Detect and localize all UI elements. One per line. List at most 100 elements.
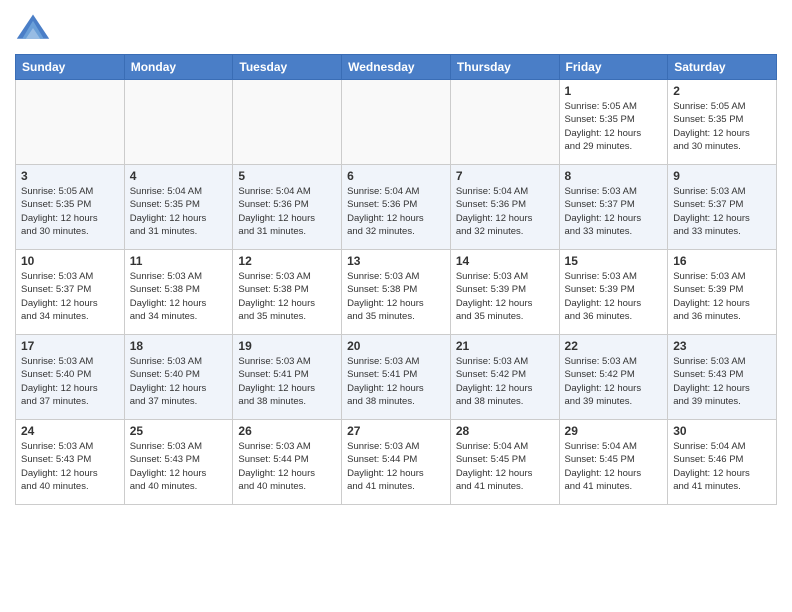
day-number: 13 [347,254,445,268]
calendar-cell: 26 Sunrise: 5:03 AM Sunset: 5:44 PM Dayli… [233,420,342,505]
day-info: Sunrise: 5:03 AM Sunset: 5:43 PM Dayligh… [673,355,771,408]
calendar-cell: 10 Sunrise: 5:03 AM Sunset: 5:37 PM Dayli… [16,250,125,335]
header [15,10,777,46]
day-number: 7 [456,169,554,183]
calendar-week-row: 24 Sunrise: 5:03 AM Sunset: 5:43 PM Dayli… [16,420,777,505]
calendar-cell: 28 Sunrise: 5:04 AM Sunset: 5:45 PM Dayli… [450,420,559,505]
calendar-cell: 4 Sunrise: 5:04 AM Sunset: 5:35 PM Daylig… [124,165,233,250]
day-info: Sunrise: 5:04 AM Sunset: 5:36 PM Dayligh… [238,185,336,238]
day-number: 30 [673,424,771,438]
day-info: Sunrise: 5:03 AM Sunset: 5:37 PM Dayligh… [565,185,663,238]
day-number: 22 [565,339,663,353]
weekday-header-monday: Monday [124,55,233,80]
day-number: 10 [21,254,119,268]
day-info: Sunrise: 5:03 AM Sunset: 5:39 PM Dayligh… [456,270,554,323]
day-number: 24 [21,424,119,438]
calendar-cell: 19 Sunrise: 5:03 AM Sunset: 5:41 PM Dayli… [233,335,342,420]
day-number: 17 [21,339,119,353]
calendar-cell: 25 Sunrise: 5:03 AM Sunset: 5:43 PM Dayli… [124,420,233,505]
day-info: Sunrise: 5:04 AM Sunset: 5:35 PM Dayligh… [130,185,228,238]
day-info: Sunrise: 5:03 AM Sunset: 5:39 PM Dayligh… [673,270,771,323]
calendar-week-row: 1 Sunrise: 5:05 AM Sunset: 5:35 PM Daylig… [16,80,777,165]
day-number: 28 [456,424,554,438]
day-info: Sunrise: 5:03 AM Sunset: 5:37 PM Dayligh… [673,185,771,238]
day-number: 6 [347,169,445,183]
calendar-cell: 20 Sunrise: 5:03 AM Sunset: 5:41 PM Dayli… [342,335,451,420]
logo [15,10,55,46]
day-info: Sunrise: 5:03 AM Sunset: 5:41 PM Dayligh… [238,355,336,408]
day-info: Sunrise: 5:03 AM Sunset: 5:42 PM Dayligh… [565,355,663,408]
weekday-header-wednesday: Wednesday [342,55,451,80]
day-info: Sunrise: 5:03 AM Sunset: 5:43 PM Dayligh… [130,440,228,493]
calendar-cell: 5 Sunrise: 5:04 AM Sunset: 5:36 PM Daylig… [233,165,342,250]
day-number: 18 [130,339,228,353]
calendar-cell: 16Sunrise: 5:03 AM Sunset: 5:39 PM Dayli… [668,250,777,335]
day-info: Sunrise: 5:03 AM Sunset: 5:39 PM Dayligh… [565,270,663,323]
day-info: Sunrise: 5:03 AM Sunset: 5:44 PM Dayligh… [238,440,336,493]
calendar-cell: 17 Sunrise: 5:03 AM Sunset: 5:40 PM Dayli… [16,335,125,420]
day-number: 1 [565,84,663,98]
calendar-cell: 24 Sunrise: 5:03 AM Sunset: 5:43 PM Dayli… [16,420,125,505]
day-info: Sunrise: 5:03 AM Sunset: 5:41 PM Dayligh… [347,355,445,408]
calendar-cell [233,80,342,165]
day-info: Sunrise: 5:05 AM Sunset: 5:35 PM Dayligh… [565,100,663,153]
day-info: Sunrise: 5:03 AM Sunset: 5:40 PM Dayligh… [130,355,228,408]
weekday-header-sunday: Sunday [16,55,125,80]
weekday-header-thursday: Thursday [450,55,559,80]
calendar-cell [342,80,451,165]
day-info: Sunrise: 5:03 AM Sunset: 5:40 PM Dayligh… [21,355,119,408]
day-number: 27 [347,424,445,438]
day-info: Sunrise: 5:04 AM Sunset: 5:36 PM Dayligh… [347,185,445,238]
day-number: 9 [673,169,771,183]
weekday-header-tuesday: Tuesday [233,55,342,80]
day-number: 14 [456,254,554,268]
calendar-cell: 30 Sunrise: 5:04 AM Sunset: 5:46 PM Dayli… [668,420,777,505]
calendar: SundayMondayTuesdayWednesdayThursdayFrid… [15,54,777,505]
day-number: 3 [21,169,119,183]
day-info: Sunrise: 5:03 AM Sunset: 5:42 PM Dayligh… [456,355,554,408]
day-number: 21 [456,339,554,353]
calendar-cell: 12Sunrise: 5:03 AM Sunset: 5:38 PM Dayli… [233,250,342,335]
calendar-cell: 22 Sunrise: 5:03 AM Sunset: 5:42 PM Dayli… [559,335,668,420]
day-number: 26 [238,424,336,438]
calendar-cell: 1 Sunrise: 5:05 AM Sunset: 5:35 PM Daylig… [559,80,668,165]
calendar-cell: 7 Sunrise: 5:04 AM Sunset: 5:36 PM Daylig… [450,165,559,250]
day-number: 4 [130,169,228,183]
day-number: 5 [238,169,336,183]
day-number: 15 [565,254,663,268]
calendar-cell: 8 Sunrise: 5:03 AM Sunset: 5:37 PM Daylig… [559,165,668,250]
day-info: Sunrise: 5:04 AM Sunset: 5:36 PM Dayligh… [456,185,554,238]
calendar-cell: 9 Sunrise: 5:03 AM Sunset: 5:37 PM Daylig… [668,165,777,250]
weekday-header-row: SundayMondayTuesdayWednesdayThursdayFrid… [16,55,777,80]
calendar-week-row: 10 Sunrise: 5:03 AM Sunset: 5:37 PM Dayli… [16,250,777,335]
logo-icon [15,10,51,46]
day-number: 12 [238,254,336,268]
day-number: 25 [130,424,228,438]
page: SundayMondayTuesdayWednesdayThursdayFrid… [0,0,792,520]
day-number: 29 [565,424,663,438]
calendar-cell: 6 Sunrise: 5:04 AM Sunset: 5:36 PM Daylig… [342,165,451,250]
calendar-cell [124,80,233,165]
day-info: Sunrise: 5:05 AM Sunset: 5:35 PM Dayligh… [673,100,771,153]
day-number: 20 [347,339,445,353]
day-number: 19 [238,339,336,353]
calendar-week-row: 3 Sunrise: 5:05 AM Sunset: 5:35 PM Daylig… [16,165,777,250]
day-info: Sunrise: 5:05 AM Sunset: 5:35 PM Dayligh… [21,185,119,238]
day-info: Sunrise: 5:03 AM Sunset: 5:37 PM Dayligh… [21,270,119,323]
calendar-cell: 13Sunrise: 5:03 AM Sunset: 5:38 PM Dayli… [342,250,451,335]
day-info: Sunrise: 5:03 AM Sunset: 5:44 PM Dayligh… [347,440,445,493]
day-info: Sunrise: 5:04 AM Sunset: 5:45 PM Dayligh… [565,440,663,493]
calendar-cell: 21 Sunrise: 5:03 AM Sunset: 5:42 PM Dayli… [450,335,559,420]
day-number: 8 [565,169,663,183]
calendar-cell [450,80,559,165]
day-number: 23 [673,339,771,353]
calendar-cell: 29 Sunrise: 5:04 AM Sunset: 5:45 PM Dayli… [559,420,668,505]
day-info: Sunrise: 5:03 AM Sunset: 5:43 PM Dayligh… [21,440,119,493]
day-info: Sunrise: 5:04 AM Sunset: 5:46 PM Dayligh… [673,440,771,493]
calendar-cell: 23 Sunrise: 5:03 AM Sunset: 5:43 PM Dayli… [668,335,777,420]
calendar-cell: 14 Sunrise: 5:03 AM Sunset: 5:39 PM Dayli… [450,250,559,335]
calendar-cell: 3 Sunrise: 5:05 AM Sunset: 5:35 PM Daylig… [16,165,125,250]
calendar-cell: 18 Sunrise: 5:03 AM Sunset: 5:40 PM Dayli… [124,335,233,420]
day-info: Sunrise: 5:04 AM Sunset: 5:45 PM Dayligh… [456,440,554,493]
day-number: 11 [130,254,228,268]
